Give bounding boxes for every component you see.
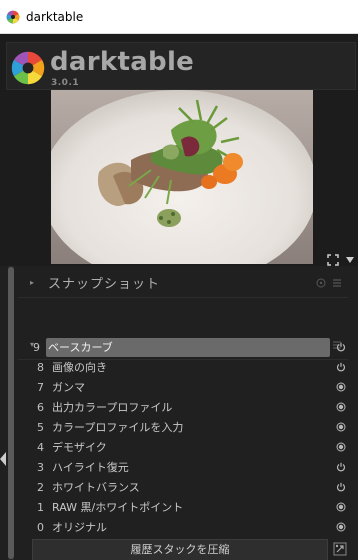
compress-history-button[interactable]: 履歴スタックを圧縮 [32,539,328,560]
history-item-label: オリジナル [52,521,107,534]
history-item-label: ベースカーブ [46,338,330,357]
darktable-logo-icon [11,51,45,85]
history-item[interactable]: 5 カラープロファイルを入力 [18,418,348,437]
version-label: 3.0.1 [51,78,80,88]
history-item-number: 0 [37,521,44,534]
collapse-panel-arrow-icon[interactable] [345,255,355,265]
history-item-number: 7 [37,381,44,394]
scrollbar-thumb[interactable] [8,267,14,559]
history-item[interactable]: 4 デモザイク [18,438,348,457]
always-on-icon [336,502,346,512]
left-panel-expand-icon[interactable] [0,452,6,466]
history-item-label: ハイライト復元 [52,461,129,474]
history-item[interactable]: 9 ベースカーブ [18,338,348,357]
history-item[interactable]: 8 画像の向き [18,358,348,377]
power-icon [336,482,346,492]
history-item-number: 5 [37,421,44,434]
history-item-number: 3 [37,461,44,474]
always-on-icon [336,522,346,532]
history-item-number: 4 [37,441,44,454]
history-item-label: 出力カラープロファイル [52,401,173,414]
history-item-number: 9 [33,341,40,354]
history-item-label: ホワイトバランス [52,481,140,494]
history-item-number: 1 [37,501,44,514]
always-on-icon [336,382,346,392]
history-item-number: 8 [37,361,44,374]
logo-text: darktable [50,47,195,77]
presets-menu-icon[interactable] [332,278,342,288]
darktable-app-icon [6,10,20,23]
always-on-icon [336,422,346,432]
history-item[interactable]: 3 ハイライト復元 [18,458,348,477]
history-item[interactable]: 2 ホワイトバランス [18,478,348,497]
power-icon [336,342,346,352]
darktable-lighttable: darktable 3.0.1 ▸ スナップショット ▾ 9 ベースカーブ 8 … [0,34,358,560]
history-item-label: デモザイク [52,441,107,454]
history-item[interactable]: 6 出力カラープロファイル [18,398,348,417]
history-item[interactable]: 7 ガンマ [18,378,348,397]
history-item-label: ガンマ [52,381,85,394]
module-label-snapshots: スナップショット [48,277,161,292]
module-header-snapshots[interactable]: ▸ スナップショット [18,268,348,298]
fullscreen-icon[interactable] [327,254,339,266]
logo-area: darktable 3.0.1 [6,42,356,90]
power-icon [336,462,346,472]
reset-icon[interactable] [316,278,326,288]
history-item[interactable]: 0 オリジナル [18,518,348,537]
always-on-icon [336,442,346,452]
history-item-label: RAW 黒/ホワイトポイント [52,501,184,514]
compress-history-options-icon[interactable] [333,542,347,556]
expand-arrow-icon: ▸ [30,278,35,287]
history-item[interactable]: 1 RAW 黒/ホワイトポイント [18,498,348,517]
history-item-number: 2 [37,481,44,494]
history-item-number: 6 [37,401,44,414]
history-item-label: 画像の向き [52,361,107,374]
window-title: darktable [26,9,84,24]
power-icon [336,362,346,372]
window-titlebar: darktable [0,0,358,34]
always-on-icon [336,402,346,412]
history-item-label: カラープロファイルを入力 [52,421,184,434]
image-preview[interactable] [51,90,313,264]
food-photo-thumbnail [51,90,313,264]
